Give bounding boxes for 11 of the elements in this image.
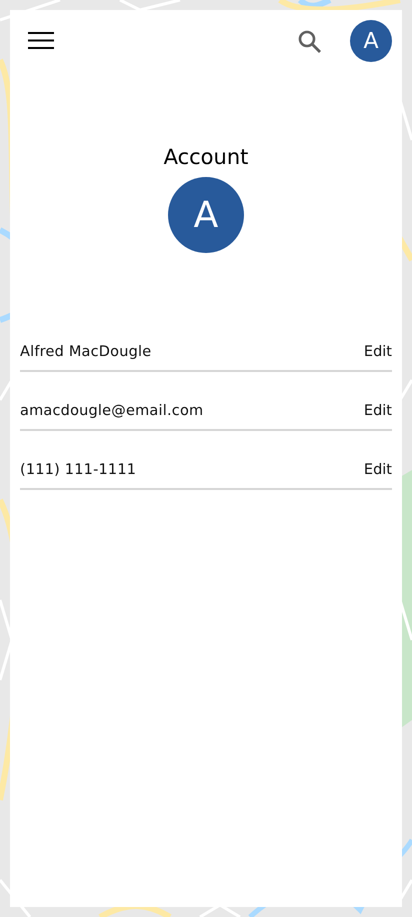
page-title: Account <box>164 144 248 170</box>
field-value: Alfred MacDougle <box>20 344 152 360</box>
field-value: amacdougle@email.com <box>20 402 204 418</box>
field-value: (111) 111-1111 <box>20 462 136 478</box>
menu-icon[interactable] <box>28 32 54 50</box>
profile-avatar[interactable]: A <box>350 20 392 62</box>
edit-link[interactable]: Edit <box>364 462 392 478</box>
edit-link[interactable]: Edit <box>364 344 392 360</box>
account-avatar: A <box>168 177 244 253</box>
edit-link[interactable]: Edit <box>364 402 392 418</box>
search-icon[interactable] <box>297 28 322 54</box>
